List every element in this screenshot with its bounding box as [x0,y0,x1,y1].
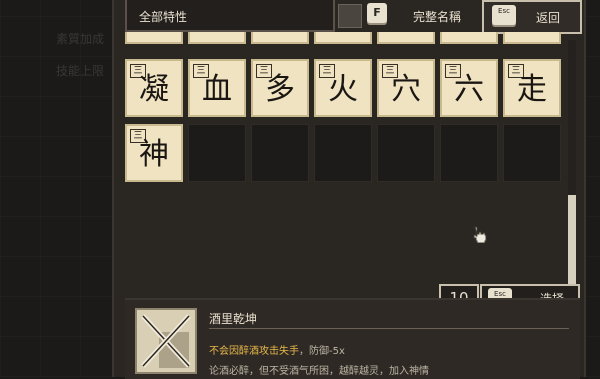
fullname-label: 完整名稱 [413,10,462,24]
trait-tile[interactable] [440,32,498,44]
background-row: 技能上限 [56,64,105,78]
background-list: 素質加成 技能上限 [0,0,125,377]
empty-slot [188,124,246,182]
trait-effect: 不会因醉酒攻击失手，防御-5x [209,342,345,357]
empty-slot [314,124,372,182]
trait-glyph: 火 [328,72,358,107]
empty-slot [440,124,498,182]
trait-name: 酒里乾坤 [209,312,258,326]
trait-tile[interactable] [503,32,561,44]
trait-tile[interactable]: 三血 [188,59,246,117]
back-label: 返回 [536,11,561,25]
fullname-checkbox[interactable] [338,4,362,28]
trait-filter-dropdown[interactable]: 全部特性 [125,0,335,32]
trait-tile[interactable] [314,32,372,44]
trait-glyph: 凝 [139,72,169,107]
trait-glyph: 走 [517,72,547,107]
trait-tile[interactable]: 三凝 [125,59,183,117]
trait-tile[interactable] [251,32,309,44]
trait-tile[interactable]: 三走 [503,59,561,117]
top-bar: 全部特性 F 完整名稱 Esc 返回 [125,0,582,34]
trait-tile[interactable]: 三神 [125,124,183,182]
background-row: 素質加成 [56,32,105,46]
trait-glyph: 穴 [391,72,421,107]
effect-extra: ，防御-5x [299,346,345,357]
trait-glyph: 神 [139,137,169,172]
filter-label: 全部特性 [139,10,188,24]
f-key-icon: F [367,3,387,23]
trait-glyph: 六 [454,72,484,107]
trait-tile[interactable]: 三六 [440,59,498,117]
trait-grid: 三凝 三血 三多 三火 三穴 三六 三走 三神 [123,32,563,190]
trait-glyph: 多 [265,72,295,107]
empty-slot [503,124,561,182]
trait-tile[interactable]: 三穴 [377,59,435,117]
trait-tile[interactable] [377,32,435,44]
trait-tile[interactable] [188,32,246,44]
trait-portrait [135,308,197,374]
empty-slot [251,124,309,182]
hand-cursor-icon [473,226,487,243]
trait-tile[interactable]: 三多 [251,59,309,117]
empty-slot [377,124,435,182]
trait-tile[interactable]: 三火 [314,59,372,117]
effect-highlight: 不会因醉酒攻击失手 [209,346,299,357]
divider [209,328,569,329]
crossed-swords-icon [137,310,195,372]
back-button[interactable]: Esc 返回 [482,0,582,34]
trait-details-panel: 酒里乾坤 不会因醉酒攻击失手，防御-5x 论酒必醉，但不受酒气所困，越醉越灵，加… [125,298,580,379]
esc-key-icon: Esc [492,5,516,25]
trait-description: 论酒必醉，但不受酒气所困，越醉越灵，加入神情 [209,366,429,377]
trait-glyph: 血 [202,72,232,107]
trait-tile[interactable] [125,32,183,44]
